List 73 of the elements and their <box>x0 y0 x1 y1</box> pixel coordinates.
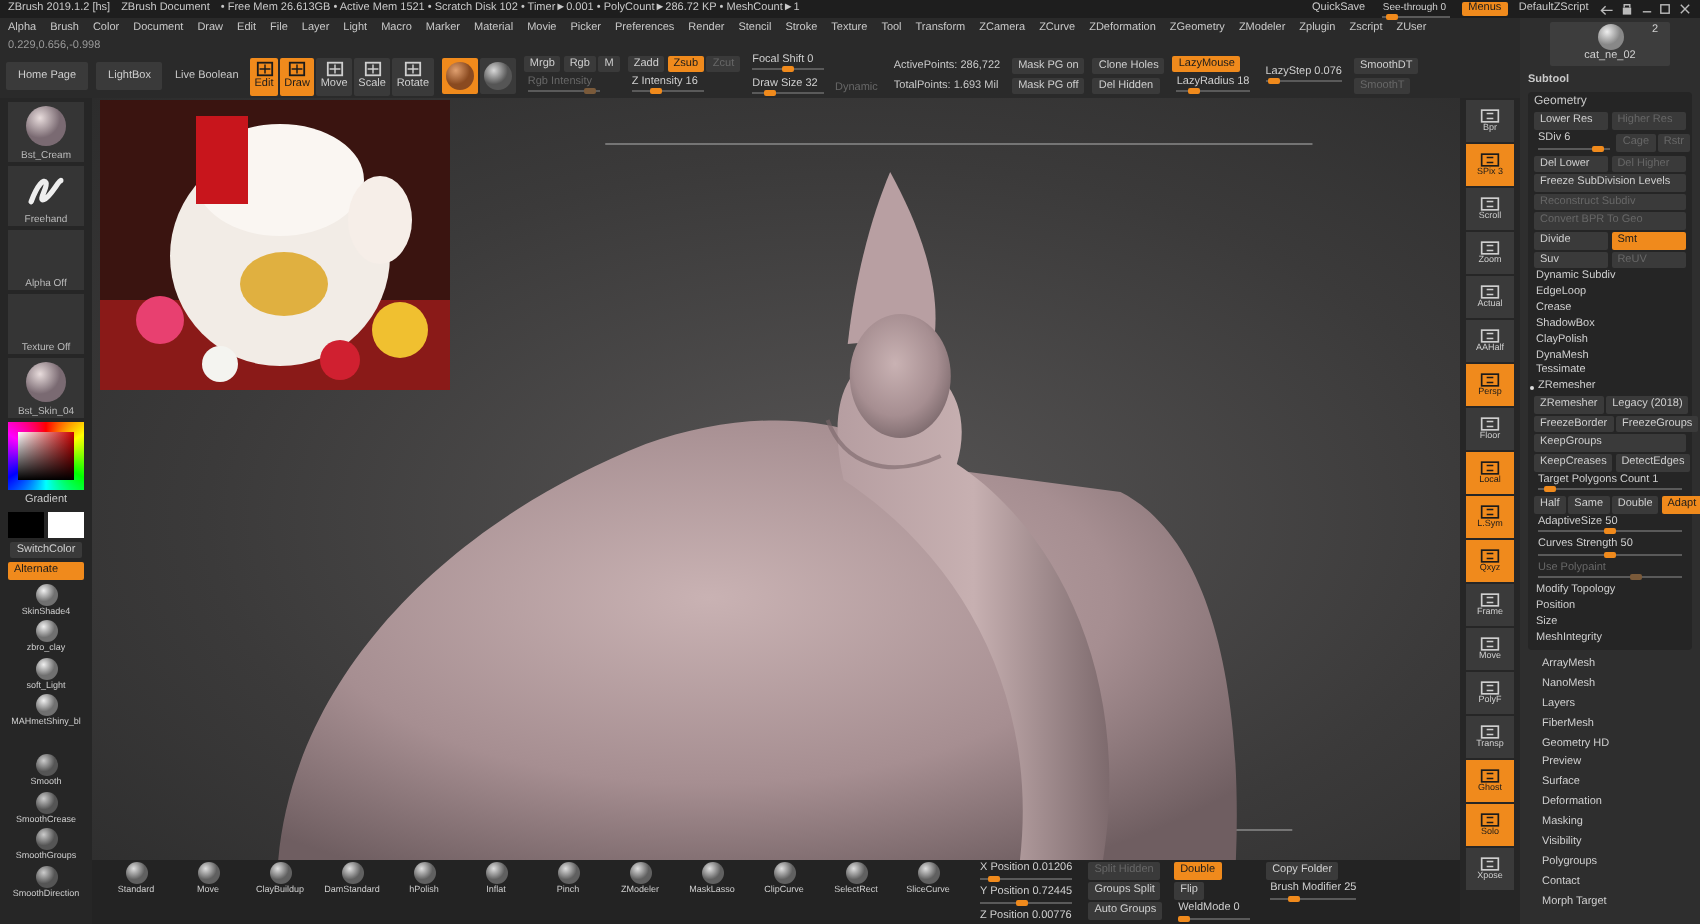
box-icon <box>1480 196 1500 213</box>
sphere-icon <box>1597 24 1623 50</box>
box-icon <box>288 60 307 79</box>
sphere-icon <box>845 862 867 884</box>
sphere-icon <box>413 862 435 884</box>
sphere-icon <box>483 62 512 90</box>
box-icon <box>1480 372 1500 389</box>
box-icon <box>1480 152 1500 169</box>
color-swatch[interactable] <box>47 511 84 538</box>
box-icon <box>1480 328 1500 345</box>
maximize-icon[interactable] <box>1658 2 1673 16</box>
sphere-icon <box>197 862 219 884</box>
sphere-icon <box>341 862 363 884</box>
box-icon <box>1480 636 1500 653</box>
box-icon <box>363 60 382 79</box>
slider-thumb[interactable] <box>1288 895 1301 902</box>
slider-thumb[interactable] <box>1544 486 1557 493</box>
slider-thumb[interactable] <box>1268 78 1281 85</box>
box-icon <box>403 60 422 79</box>
sphere-icon <box>629 862 651 884</box>
box-icon <box>1480 680 1500 697</box>
slider-thumb[interactable] <box>1592 145 1604 152</box>
slider-thumb[interactable] <box>649 88 662 95</box>
sphere-icon <box>35 693 57 716</box>
slider-thumb[interactable] <box>1178 915 1191 922</box>
stroke-icon <box>24 172 68 208</box>
slider-thumb[interactable] <box>1604 528 1616 535</box>
box-icon <box>1480 240 1500 257</box>
sphere-icon <box>485 862 507 884</box>
slider-thumb[interactable] <box>1016 899 1029 906</box>
sphere-icon <box>917 862 939 884</box>
box-icon <box>325 60 344 79</box>
sphere-icon <box>35 828 57 851</box>
close-icon[interactable] <box>1678 2 1692 16</box>
sphere-icon <box>35 754 57 777</box>
sphere-icon <box>26 362 66 402</box>
box-icon <box>1480 724 1500 741</box>
slider-thumb[interactable] <box>1604 551 1616 558</box>
color-picker[interactable] <box>8 422 84 490</box>
lock-icon[interactable] <box>1619 2 1634 16</box>
layout-arrows-icon[interactable] <box>1600 2 1614 16</box>
box-icon <box>1480 592 1500 609</box>
slider-thumb[interactable] <box>988 875 1001 882</box>
sphere-icon <box>557 862 579 884</box>
box-icon <box>1480 548 1500 565</box>
box-icon <box>1480 768 1500 785</box>
sphere-icon <box>269 862 291 884</box>
color-square[interactable] <box>18 432 74 480</box>
box-icon <box>255 60 273 79</box>
box-icon <box>1480 108 1500 125</box>
sphere-icon <box>35 657 57 680</box>
color-swatch[interactable] <box>8 511 45 538</box>
slider-thumb[interactable] <box>1188 88 1201 95</box>
sphere-icon <box>773 862 795 884</box>
box-icon <box>1480 504 1500 521</box>
material-button[interactable] <box>479 58 516 94</box>
slider-thumb[interactable] <box>764 90 777 97</box>
box-icon <box>1480 812 1500 829</box>
slider-thumb[interactable] <box>1385 13 1398 19</box>
box-icon <box>1480 856 1500 873</box>
slider-thumb[interactable] <box>782 66 795 73</box>
box-icon <box>1480 460 1500 477</box>
sphere-icon <box>35 865 57 888</box>
sphere-icon <box>35 620 57 643</box>
sphere-icon <box>35 791 57 814</box>
box-icon <box>1480 284 1500 301</box>
sphere-icon <box>445 62 474 90</box>
sphere-icon <box>701 862 723 884</box>
sphere-icon <box>125 862 147 884</box>
sphere-icon <box>35 583 57 606</box>
material-button[interactable] <box>441 58 478 94</box>
box-icon <box>1480 416 1500 433</box>
sphere-icon <box>26 106 66 146</box>
